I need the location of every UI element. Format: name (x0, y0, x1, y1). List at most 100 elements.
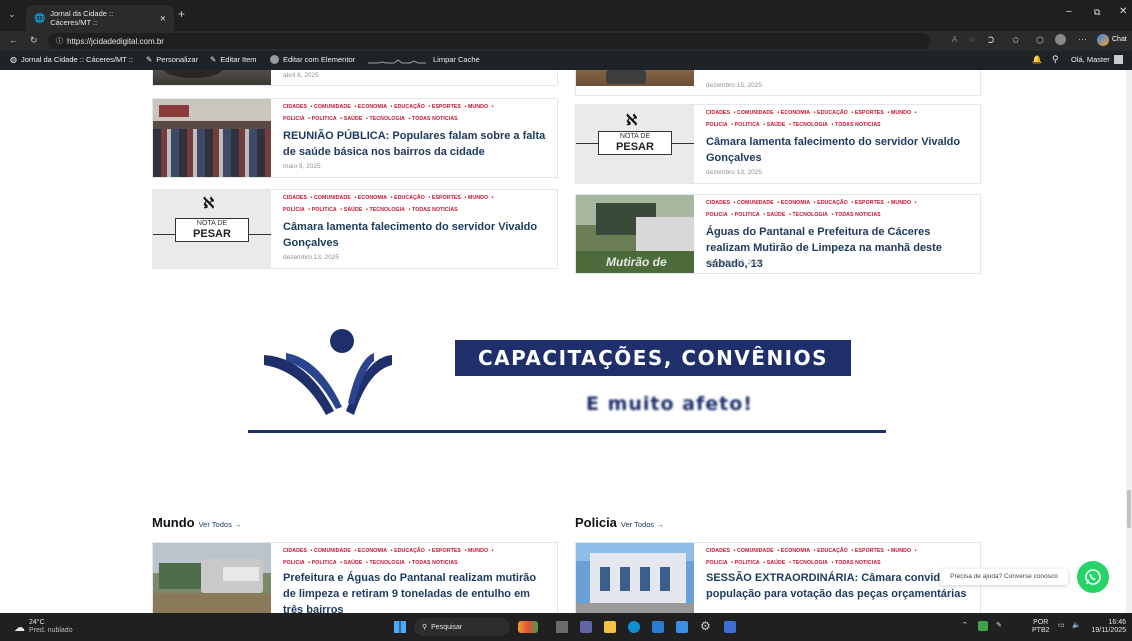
tag-tecnologia[interactable]: TECNOLOGIA (792, 122, 828, 128)
more-icon[interactable]: ··· (1078, 34, 1087, 44)
volume-icon[interactable]: 🔈 (1072, 621, 1081, 629)
tag-policia[interactable]: POLICIA (283, 116, 305, 122)
tag-politica[interactable]: POLITICA (312, 116, 337, 122)
tag-esportes[interactable]: ESPORTES (855, 548, 884, 554)
tag-politica[interactable]: POLITICA (735, 560, 760, 566)
tag-todas[interactable]: TODAS NOTICIAS (412, 560, 458, 566)
file-explorer-icon[interactable] (604, 621, 616, 633)
weather-widget[interactable]: ☁ 24°C Pred. nublado (14, 619, 73, 635)
url-field[interactable]: ⓘ https://jcidadedigital.com.br (48, 33, 930, 49)
tag-todas[interactable]: TODAS NOTICIAS (835, 560, 881, 566)
tag-economia[interactable]: ECONOMIA (781, 200, 810, 206)
back-icon[interactable]: ← (9, 35, 18, 45)
tag-saude[interactable]: SAÚDE (344, 560, 363, 566)
tag-comunidade[interactable]: COMUNIDADE (737, 548, 774, 554)
task-view-icon[interactable] (556, 621, 568, 633)
tag-saude[interactable]: SAÚDE (767, 560, 786, 566)
post-thumbnail[interactable] (153, 70, 271, 85)
taskbar-app-icon[interactable] (518, 621, 538, 633)
tag-saude[interactable]: SAÚDE (767, 122, 786, 128)
browser-tab[interactable]: 🌐 Jornal da Cidade :: Cáceres/MT :: ✕ (26, 5, 174, 31)
tag-comunidade[interactable]: COMUNIDADE (314, 195, 351, 201)
tag-mundo[interactable]: MUNDO (468, 195, 488, 201)
tab-close-icon[interactable]: ✕ (160, 14, 166, 23)
tag-esportes[interactable]: ESPORTES (855, 200, 884, 206)
tag-educacao[interactable]: EDUCAÇÃO (817, 110, 848, 116)
taskbar-search[interactable]: ⚲ Pesquisar (414, 618, 510, 636)
post-thumbnail[interactable]: ℵ NOTA DE PESAR (576, 105, 694, 183)
favorites-icon[interactable]: ✩ (1012, 35, 1020, 46)
tag-todas[interactable]: TODAS NOTICIAS (412, 207, 458, 213)
tag-tecnologia[interactable]: TECNOLOGIA (369, 560, 405, 566)
tray-tool-icon[interactable]: ✎ (996, 621, 1002, 629)
tag-todas[interactable]: TODAS NOTICIAS (835, 212, 881, 218)
customize-link[interactable]: ✎ Personalizar (146, 55, 198, 64)
post-title[interactable]: SESSÃO EXTRAORDINÁRIA: Câmara convida po… (706, 570, 971, 602)
post-card[interactable]: Mutirão de CIDADES • COMUNIDADE • ECONOM… (575, 194, 981, 274)
tray-chevron-icon[interactable]: ⌃ (962, 621, 968, 629)
tag-cidades[interactable]: CIDADES (706, 548, 730, 554)
tag-policia[interactable]: POLICIA (706, 122, 728, 128)
chat-label[interactable]: Chat (1112, 36, 1127, 43)
post-thumbnail[interactable]: ℵ NOTA DE PESAR (153, 190, 271, 268)
tag-educacao[interactable]: EDUCAÇÃO (394, 104, 425, 110)
tag-economia[interactable]: ECONOMIA (781, 548, 810, 554)
tag-todas[interactable]: TODAS NOTICIAS (412, 116, 458, 122)
shield-icon[interactable]: ⬡ (1036, 35, 1044, 46)
tag-todas[interactable]: TODAS NOTICIAS (835, 122, 881, 128)
tag-economia[interactable]: ECONOMIA (358, 548, 387, 554)
tag-cidades[interactable]: CIDADES (283, 548, 307, 554)
tag-saude[interactable]: SAÚDE (344, 207, 363, 213)
tag-mundo[interactable]: MUNDO (468, 104, 488, 110)
tag-comunidade[interactable]: COMUNIDADE (737, 110, 774, 116)
tag-comunidade[interactable]: COMUNIDADE (314, 104, 351, 110)
refresh-alt-icon[interactable]: Ↄ (988, 35, 994, 46)
settings-gear-icon[interactable]: ⚙ (700, 619, 711, 633)
store-icon[interactable] (652, 621, 664, 633)
scrollbar-thumb[interactable] (1127, 490, 1131, 528)
ver-todos-policia-link[interactable]: Ver Todos → (621, 520, 664, 529)
profile-icon[interactable] (1055, 34, 1066, 45)
copilot-icon[interactable] (1097, 34, 1109, 46)
tag-policia[interactable]: POLICIA (283, 560, 305, 566)
language-indicator[interactable]: POR PTB2 (1032, 619, 1050, 635)
tag-tecnologia[interactable]: TECNOLOGIA (792, 560, 828, 566)
tag-esportes[interactable]: ESPORTES (432, 548, 461, 554)
site-info-icon[interactable]: ⓘ (56, 36, 63, 46)
post-card[interactable]: bairros dezembro 15, 2025 (575, 70, 981, 96)
wp-site-link[interactable]: ◍ Jornal da Cidade :: Cáceres/MT :: (10, 55, 133, 64)
post-thumbnail[interactable]: Mutirão de (576, 195, 694, 273)
post-thumbnail[interactable] (153, 543, 271, 613)
notification-bell-icon[interactable]: 🔔 (1032, 55, 1042, 64)
tag-esportes[interactable]: ESPORTES (855, 110, 884, 116)
page-scrollbar[interactable] (1126, 70, 1132, 613)
new-tab-button[interactable]: + (178, 7, 185, 21)
minimize-button[interactable]: – (1066, 6, 1072, 17)
tag-saude[interactable]: SAÚDE (344, 116, 363, 122)
tag-comunidade[interactable]: COMUNIDADE (314, 548, 351, 554)
tag-cidades[interactable]: CIDADES (283, 195, 307, 201)
post-card[interactable]: ℵ NOTA DE PESAR CIDADES • COMUNIDADE • E… (575, 104, 981, 184)
tag-esportes[interactable]: ESPORTES (432, 195, 461, 201)
post-title[interactable]: Câmara lamenta falecimento do servidor V… (706, 134, 971, 166)
tag-educacao[interactable]: EDUCAÇÃO (817, 548, 848, 554)
tag-mundo[interactable]: MUNDO (468, 548, 488, 554)
post-thumbnail[interactable] (576, 70, 694, 86)
tag-politica[interactable]: POLITICA (735, 212, 760, 218)
post-card[interactable]: CIDADES • COMUNIDADE • ECONOMIA • EDUCAÇ… (575, 542, 981, 613)
tag-cidades[interactable]: CIDADES (706, 110, 730, 116)
tag-mundo[interactable]: MUNDO (891, 110, 911, 116)
windows-start-icon[interactable] (394, 621, 406, 633)
tag-mundo[interactable]: MUNDO (891, 200, 911, 206)
tag-educacao[interactable]: EDUCAÇÃO (394, 195, 425, 201)
ver-todos-mundo-link[interactable]: Ver Todos → (199, 520, 242, 529)
post-title[interactable]: Prefeitura e Águas do Pantanal realizam … (283, 570, 548, 613)
tag-policia[interactable]: POLICIA (706, 212, 728, 218)
tag-cidades[interactable]: CIDADES (283, 104, 307, 110)
post-title[interactable]: REUNIÃO PÚBLICA: Populares falam sobre a… (283, 128, 548, 160)
tag-esportes[interactable]: ESPORTES (432, 104, 461, 110)
tag-politica[interactable]: POLITICA (312, 207, 337, 213)
tray-app-icon[interactable] (978, 621, 988, 631)
clock[interactable]: 16:46 19/11/2025 (1090, 619, 1126, 635)
network-icon[interactable]: ▭ (1058, 621, 1065, 629)
